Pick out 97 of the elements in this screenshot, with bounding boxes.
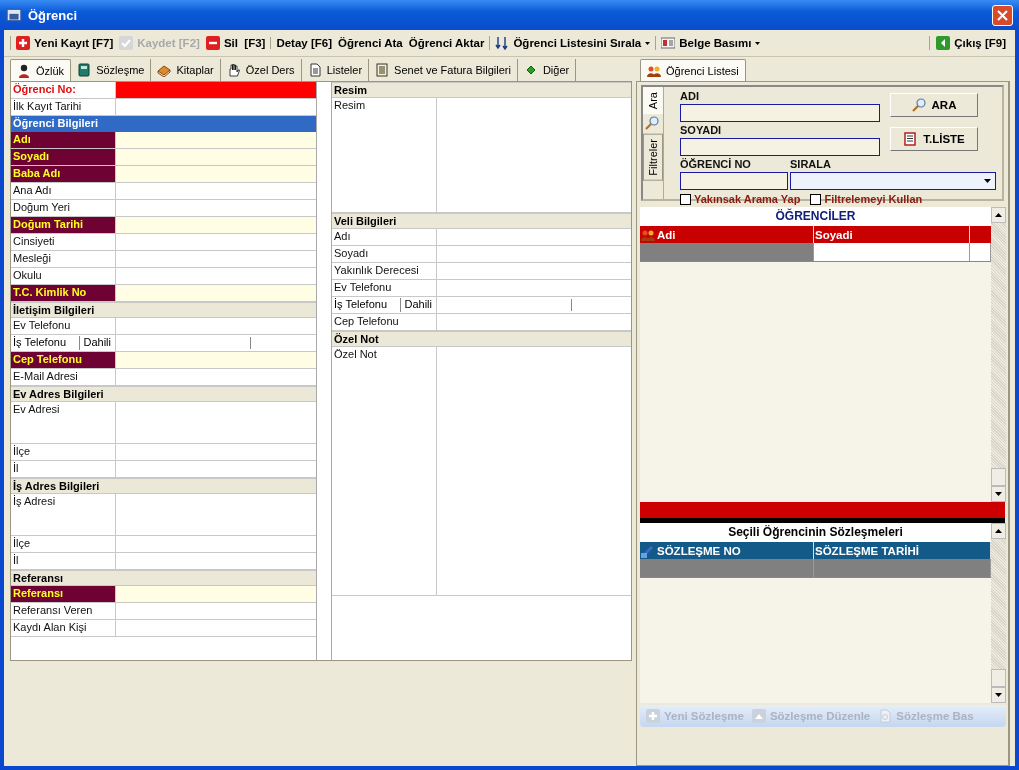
input-field[interactable] — [116, 166, 316, 182]
section-header: Ev Adres Bilgileri — [11, 386, 316, 402]
section-header: Veli Bilgileri — [332, 213, 631, 229]
input-field[interactable] — [116, 132, 316, 148]
toolbar-button[interactable]: Detay [F6] — [276, 37, 332, 49]
field-label: İş Telefonu — [13, 336, 66, 350]
field-label: SOYADI — [680, 124, 723, 136]
document-icon — [307, 63, 322, 77]
search-button[interactable]: ARA — [890, 93, 978, 117]
magnifier-icon — [645, 116, 659, 131]
input-field[interactable] — [116, 149, 316, 165]
input-field[interactable] — [680, 138, 880, 156]
table-cell[interactable] — [640, 559, 814, 577]
input-field[interactable] — [680, 172, 788, 190]
table-cell[interactable] — [970, 243, 991, 261]
card-icon — [661, 36, 676, 50]
field-label: SIRALA — [790, 158, 832, 170]
toolbar-button[interactable]: Yeni Kayıt [F7] — [16, 36, 114, 50]
toolbar-button[interactable]: Öğrenci Listesini Sırala — [495, 36, 651, 50]
caret-icon — [645, 41, 651, 45]
hand-icon — [226, 63, 241, 77]
table-cell[interactable] — [814, 243, 970, 261]
field-label: Dahili — [400, 298, 432, 312]
field-label: Dahili — [79, 336, 111, 350]
section-header: İş Adres Bilgileri — [11, 478, 316, 494]
check-icon — [119, 36, 134, 50]
checkbox[interactable] — [810, 193, 822, 205]
scroll-up-button[interactable] — [991, 207, 1006, 223]
field-label: Adı — [11, 132, 116, 148]
list-button[interactable]: T.LİSTE — [890, 127, 978, 151]
scrollbar[interactable] — [991, 523, 1006, 703]
input-field[interactable] — [116, 352, 316, 368]
input-field[interactable] — [116, 285, 316, 301]
scroll-down-button[interactable] — [991, 687, 1006, 703]
scrollbar[interactable] — [991, 207, 1006, 502]
table-cell[interactable] — [814, 559, 991, 577]
search-icon — [911, 98, 926, 112]
plus-icon — [16, 36, 30, 50]
section-header: Resim — [332, 82, 631, 98]
toolbar-button[interactable]: Sil [F3] — [205, 36, 266, 50]
plus-icon — [646, 709, 660, 723]
field-label: ADI — [680, 90, 700, 102]
field-label: İş Telefonu — [334, 298, 387, 312]
grid-title: ÖĞRENCİLER — [640, 207, 991, 226]
close-button[interactable] — [992, 4, 1013, 26]
pencil-icon — [641, 543, 655, 558]
vertical-tab[interactable]: Ara — [643, 87, 663, 115]
section-header: Özel Not — [332, 331, 631, 347]
field-label: Soyadı — [11, 149, 116, 165]
caret-icon — [755, 41, 761, 45]
table-cell[interactable] — [640, 243, 814, 261]
scrollbar-thumb[interactable] — [991, 669, 1006, 687]
checkbox[interactable] — [680, 193, 691, 205]
person-icon — [17, 63, 31, 78]
section-header: Referansı — [11, 570, 316, 586]
document-icon — [878, 709, 893, 723]
scroll-up-button[interactable] — [991, 523, 1006, 539]
toolbar-button[interactable]: Öğrenci Aktar — [408, 37, 485, 49]
window-icon — [6, 7, 22, 23]
section-header: Öğrenci Bilgileri — [11, 116, 316, 132]
field-label: ÖĞRENCİ NO — [680, 158, 752, 170]
caret-icon — [984, 179, 991, 183]
book-icon — [77, 63, 92, 77]
scrollbar-thumb[interactable] — [991, 468, 1006, 486]
checkbox-label[interactable]: Filtrelemeyi Kullan — [824, 193, 923, 205]
field-label: Doğum Tarihi — [11, 217, 116, 233]
scroll-down-button[interactable] — [991, 486, 1006, 502]
section-header: İletişim Bilgileri — [11, 302, 316, 318]
checkbox-label[interactable]: Yakınsak Arama Yap — [694, 193, 801, 205]
field-label: Cep Telefonu — [11, 352, 116, 368]
toolbar-button[interactable]: Çıkış [F9] — [936, 36, 1006, 50]
dropdown[interactable] — [790, 172, 996, 190]
splitter[interactable] — [640, 502, 1005, 523]
vertical-tab[interactable]: Filtreler — [643, 134, 663, 181]
input-field[interactable] — [116, 82, 316, 98]
tab[interactable]: Öğrenci Listesi — [640, 59, 746, 81]
tab[interactable]: Özlük — [10, 59, 72, 81]
field-label: Baba Adı — [11, 166, 116, 182]
arrow-up-icon — [995, 529, 1002, 533]
book-icon — [157, 63, 172, 77]
minus-icon — [205, 36, 220, 50]
sort-icon — [495, 36, 510, 50]
list-icon — [903, 132, 918, 146]
field-label: T.C. Kimlik No — [11, 285, 116, 301]
arrow-down-icon — [995, 492, 1002, 496]
input-field[interactable] — [116, 217, 316, 233]
grid-title: Seçili Öğrencinin Sözleşmeleri — [640, 523, 991, 542]
toolbar-button[interactable]: Öğrenci Ata — [338, 37, 403, 49]
window-title: Öğrenci — [28, 7, 78, 23]
arrow-up-icon — [995, 213, 1002, 217]
close-icon — [997, 9, 1008, 21]
ledger-icon — [375, 63, 390, 77]
input-field[interactable] — [680, 104, 880, 122]
input-field[interactable] — [116, 586, 316, 602]
toolbar-button[interactable]: Belge Basımı — [661, 36, 761, 50]
arrow-down-icon — [995, 693, 1002, 697]
field-label: Referansı — [11, 586, 116, 602]
